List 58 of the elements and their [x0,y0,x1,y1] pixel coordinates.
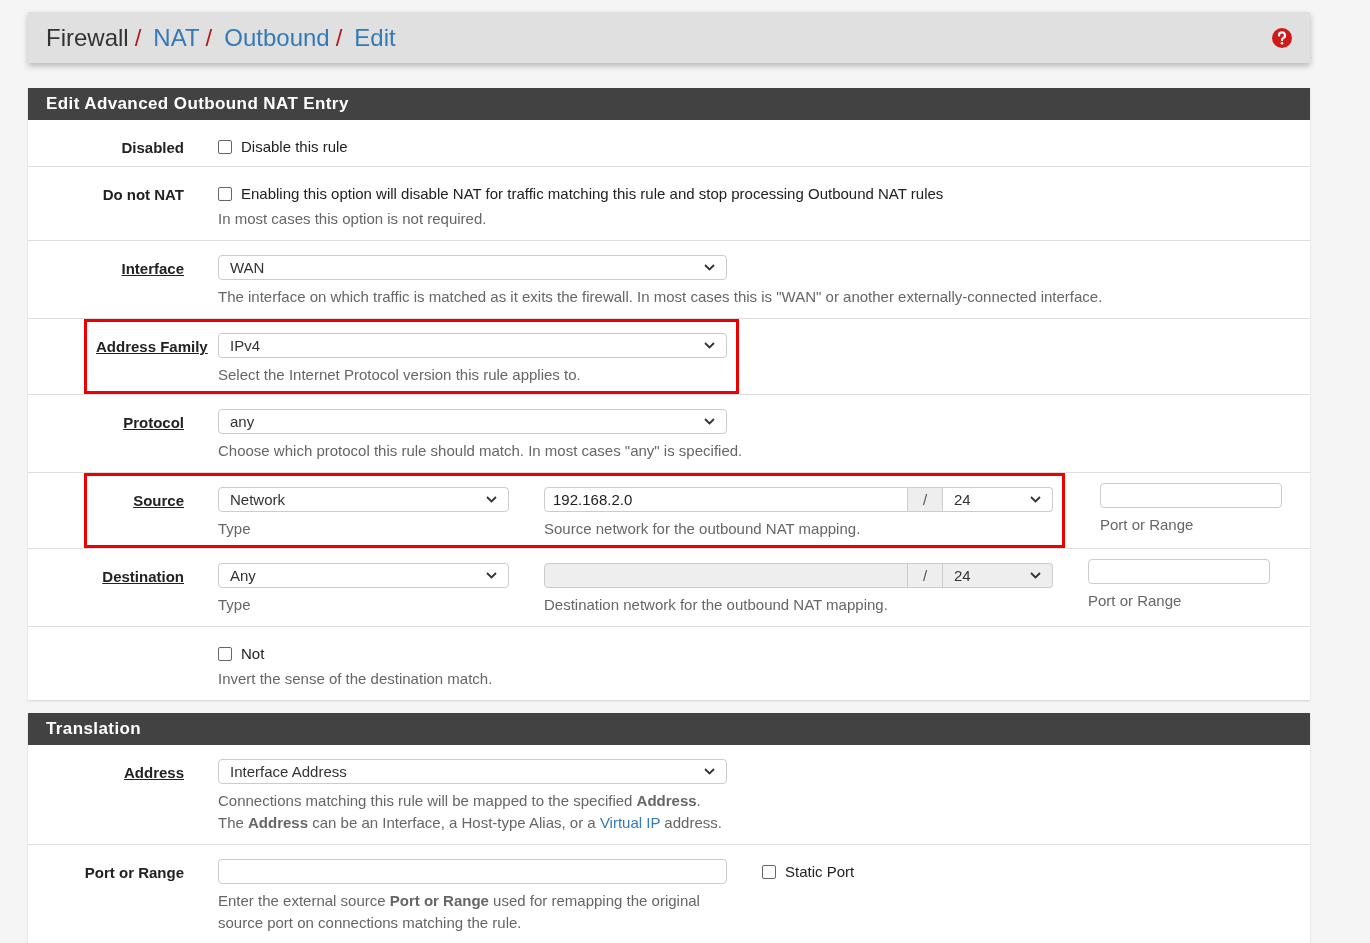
port-range-field[interactable] [1100,483,1282,508]
mask-select[interactable]: 24 [943,487,1053,512]
help-text: Source network for the outbound NAT mapping. [544,519,862,539]
help-text: The interface on which traffic is matched as it exits the firewall. In most cases this is "WAN" or another externally-connected interface. [218,287,1103,307]
chevron-down-icon [704,342,715,349]
virtual-ip-link[interactable]: Virtual IP [599,814,661,831]
help-text: Enter the external source Port or Range used for remapping the original source port on connections matching the rule. [218,891,701,933]
help-text: Type [218,519,252,539]
field-label: Port or Range [84,864,184,881]
field-label-link[interactable]: Protocol [123,414,184,431]
help-text: The Address can be an Interface, a Host-type Alias, or a Virtual IP address. [218,813,723,833]
checkbox[interactable] [218,139,232,154]
network-address-field[interactable]: 192.168.2.0 [544,487,908,512]
dropdown-select[interactable]: any [218,409,727,434]
breadcrumb-separator: / [134,23,142,52]
checkbox[interactable] [218,646,232,661]
checkbox[interactable] [218,186,232,201]
help-text: Invert the sense of the destination match. [218,669,493,689]
dropdown-select[interactable]: IPv4 [218,333,727,358]
field-label: Disabled [121,139,184,156]
breadcrumb-separator: / [335,23,343,52]
field-label-link[interactable]: Address Family [96,338,208,355]
help-text: In most cases this option is not required. [218,209,488,229]
port-range-field[interactable] [218,859,727,884]
type-select[interactable]: Network [218,487,509,512]
field-label-link[interactable]: Address [123,764,184,781]
checkbox-label: Static Port [785,863,855,880]
panel-header: Translation [28,713,1310,745]
chevron-down-icon [1030,496,1041,503]
dropdown-select[interactable]: WAN [218,255,727,280]
breadcrumb-text: Firewall [46,23,129,52]
port-range-field[interactable] [1088,559,1270,584]
checkbox-label: Not [241,645,265,662]
help-text: Port or Range [1088,591,1183,611]
help-text: Connections matching this rule will be mapped to the specified Address. [218,791,702,811]
chevron-down-icon [704,768,715,775]
help-text: Port or Range [1100,515,1195,535]
chevron-down-icon [1030,572,1041,579]
checkbox-label: Enabling this option will disable NAT for traffic matching this rule and stop processing Outbound NAT rules [241,185,944,202]
help-icon[interactable] [1272,27,1292,48]
chevron-down-icon [486,496,497,503]
chevron-down-icon [486,572,497,579]
panel-header: Edit Advanced Outbound NAT Entry [28,88,1310,120]
help-text: Choose which protocol this rule should match. In most cases "any" is specified. [218,441,743,461]
help-text: Type [218,595,252,615]
field-label-link[interactable]: Interface [121,260,184,277]
slash-addon: / [908,563,943,588]
help-text: Destination network for the outbound NAT mapping. [544,595,889,615]
slash-addon: / [908,487,943,512]
help-text: Select the Internet Protocol version this rule applies to. [218,365,582,385]
breadcrumb-separator: / [205,23,213,52]
checkbox-label: Disable this rule [241,138,348,155]
chevron-down-icon [704,418,715,425]
dropdown-select[interactable]: Interface Address [218,759,727,784]
field-label-link[interactable]: Source [133,492,184,509]
checkbox[interactable] [762,864,776,879]
chevron-down-icon [704,264,715,271]
field-label: Do not NAT [102,186,184,203]
